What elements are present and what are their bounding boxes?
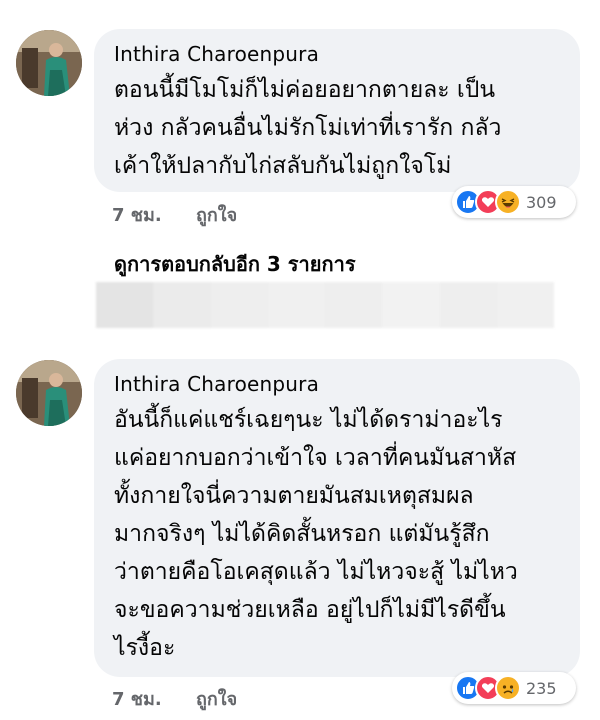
comment-timestamp[interactable]: 7 ชม. xyxy=(112,684,162,713)
comment-bubble: Inthira Charoenpura อันนี้ก็แค่แชร์เฉยๆน… xyxy=(94,359,580,677)
haha-icon xyxy=(495,189,521,215)
avatar[interactable] xyxy=(16,360,82,426)
reaction-summary[interactable]: 309 xyxy=(452,186,576,218)
comment-meta: 7 ชม. ถูกใจ xyxy=(112,684,237,713)
comment-author[interactable]: Inthira Charoenpura xyxy=(114,371,562,397)
view-more-replies-link[interactable]: ดูการตอบกลับอีก 3 รายการ xyxy=(114,248,356,280)
comment-timestamp[interactable]: 7 ชม. xyxy=(112,200,162,229)
reaction-count: 309 xyxy=(526,192,557,212)
reaction-summary[interactable]: 235 xyxy=(452,672,576,704)
like-button[interactable]: ถูกใจ xyxy=(196,200,237,229)
comment-meta: 7 ชม. ถูกใจ xyxy=(112,200,237,229)
like-button[interactable]: ถูกใจ xyxy=(196,684,237,713)
comment-author[interactable]: Inthira Charoenpura xyxy=(114,41,562,67)
comment-text: อันนี้ก็แค่แชร์เฉยๆนะ ไม่ได้ดราม่าอะไร แ… xyxy=(114,407,518,661)
avatar[interactable] xyxy=(16,30,82,96)
blurred-reply xyxy=(96,282,554,328)
sad-icon xyxy=(495,675,521,701)
comment-text: ตอนนี้มีโมโม่ก็ไม่ค่อยอยากตายละ เป็น ห่ว… xyxy=(114,77,502,179)
comment-bubble: Inthira Charoenpura ตอนนี้มีโมโม่ก็ไม่ค่… xyxy=(94,29,580,192)
reaction-count: 235 xyxy=(526,678,557,698)
